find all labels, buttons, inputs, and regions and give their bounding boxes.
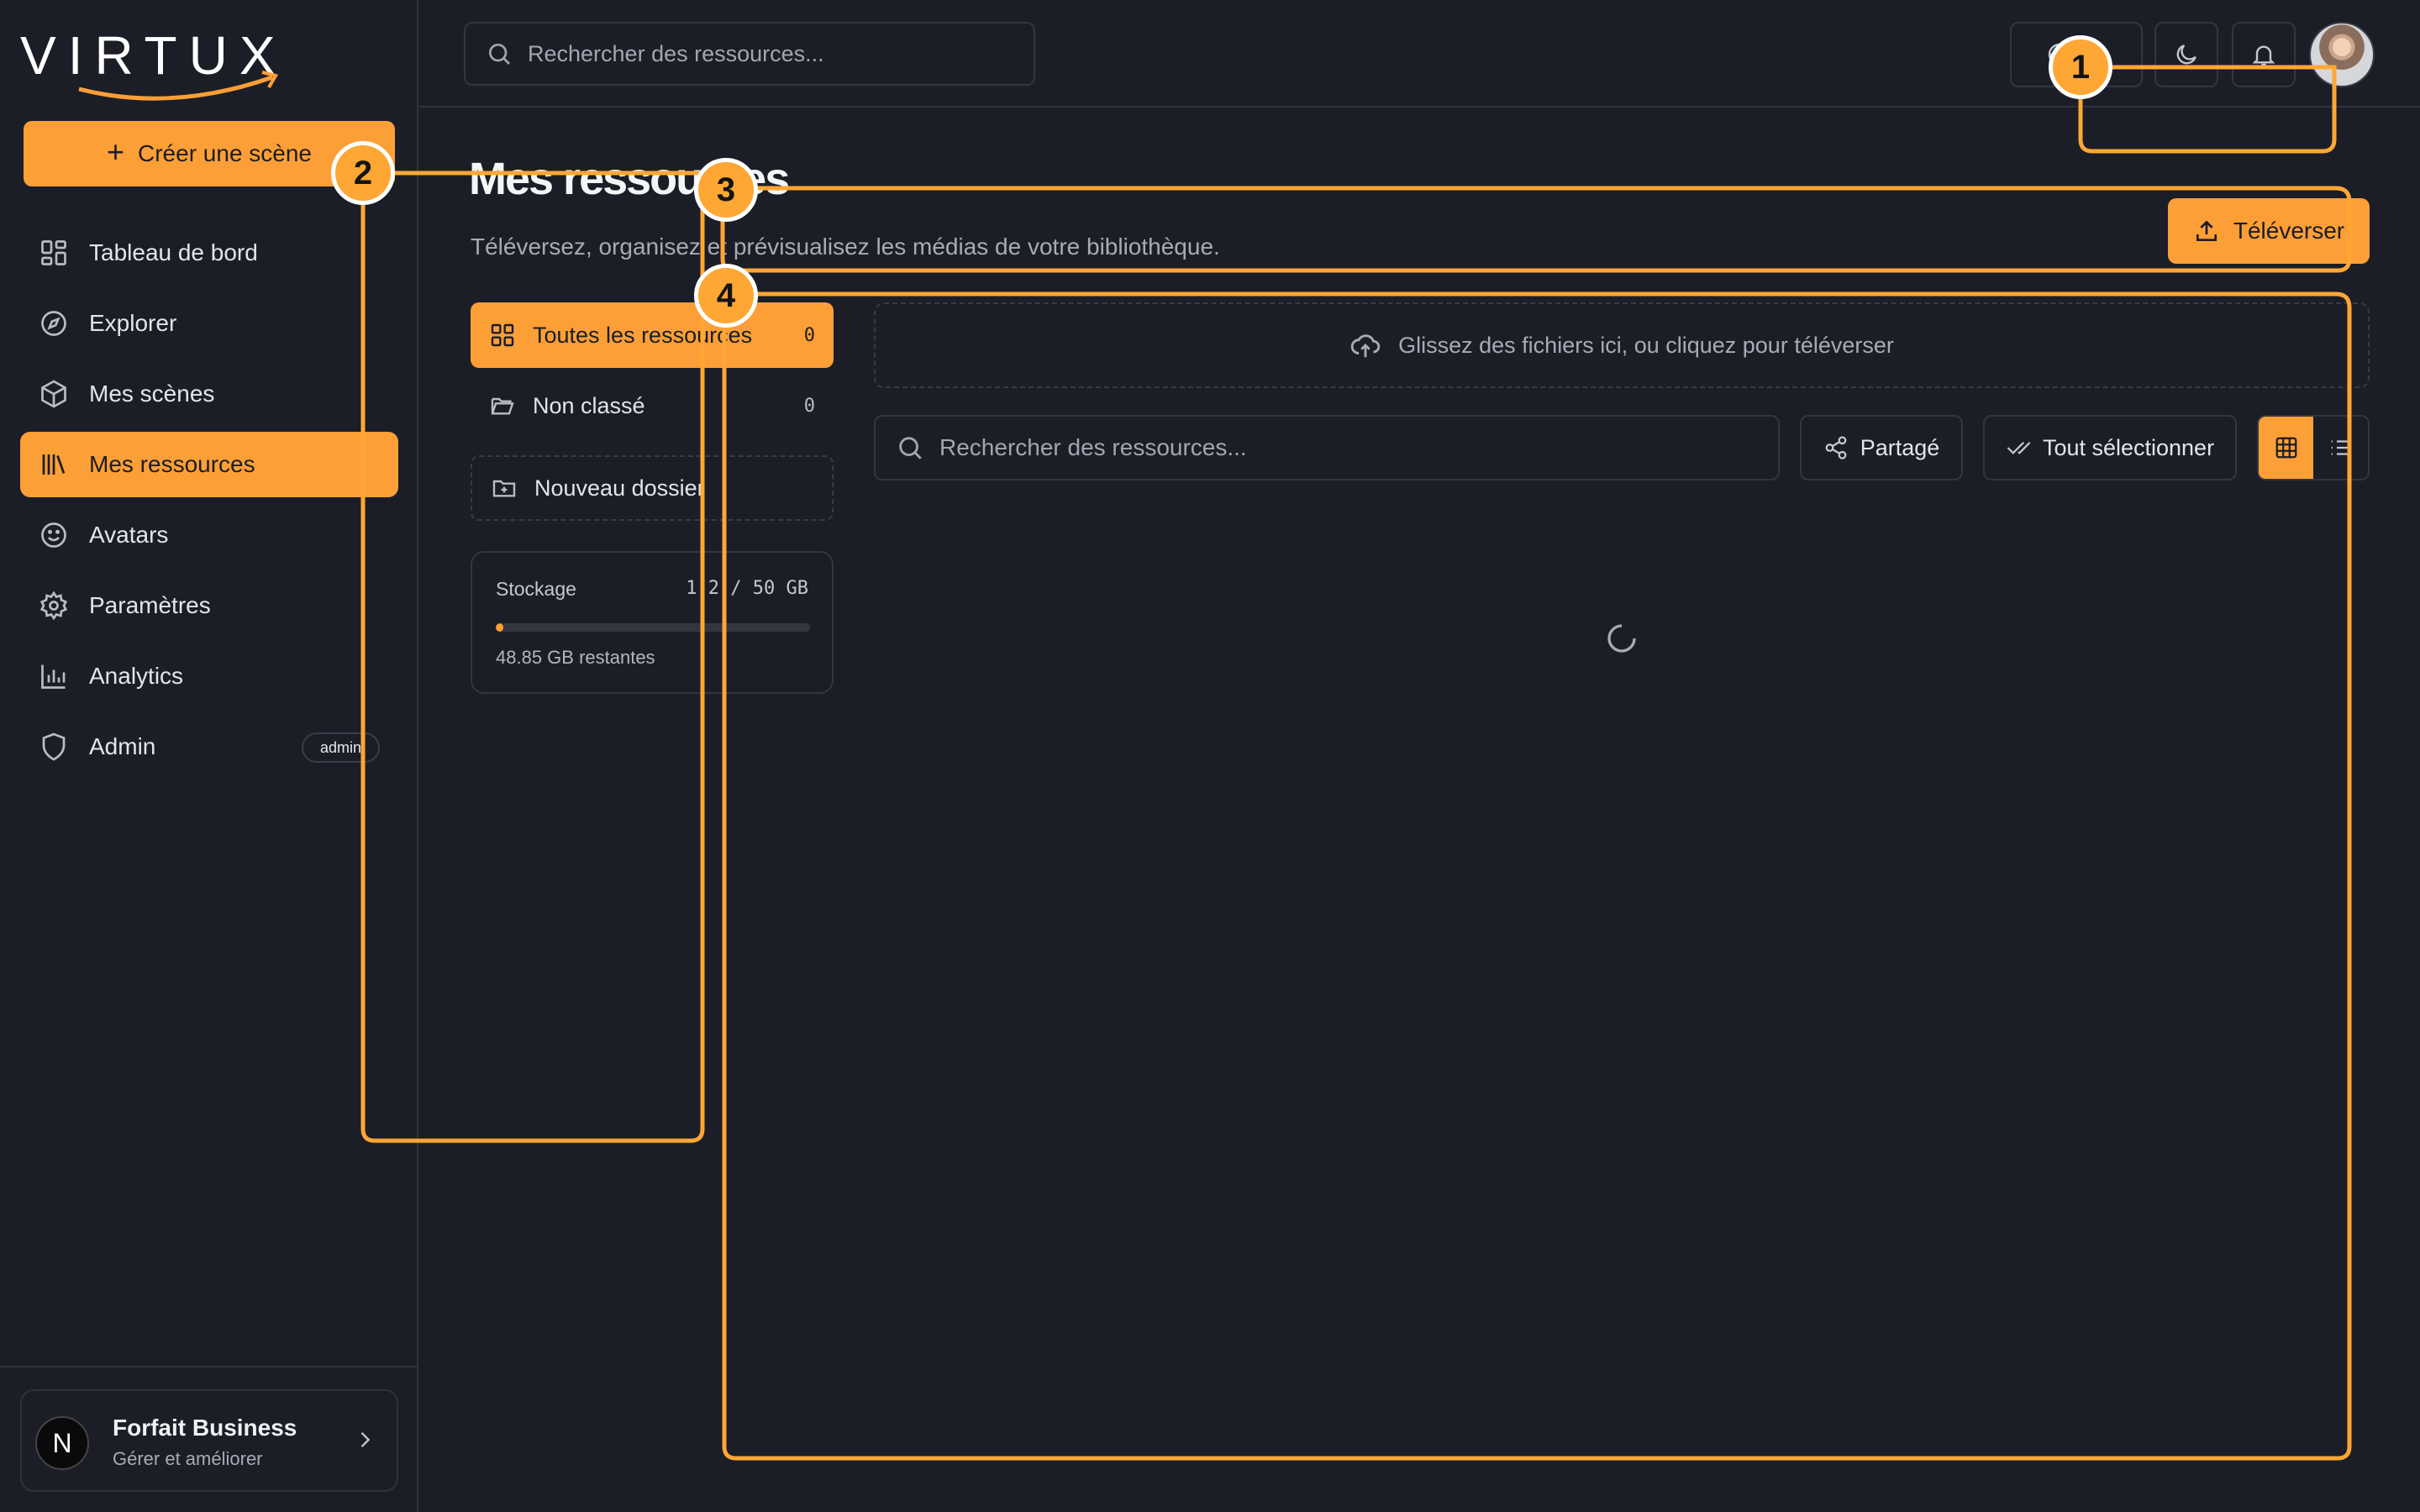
theme-toggle-button[interactable] — [2154, 22, 2218, 87]
select-all-button[interactable]: Tout sélectionner — [1983, 415, 2237, 480]
folder-open-icon — [491, 397, 514, 415]
shield-icon — [42, 732, 66, 761]
search-icon — [489, 44, 510, 65]
folder-unclassified[interactable]: Non classé 0 — [471, 373, 834, 438]
annotation-marker-4: 4 — [694, 264, 758, 328]
grid-icon — [491, 323, 514, 347]
sidebar-item-label: Explorer — [89, 310, 177, 336]
sidebar-item-my-resources[interactable]: Mes ressources — [20, 432, 398, 497]
search-placeholder: Rechercher des ressources... — [939, 434, 1247, 460]
global-search-input[interactable]: Rechercher des ressources... — [464, 22, 1035, 86]
resources-search-input[interactable]: Rechercher des ressources... — [874, 415, 1780, 480]
divider — [0, 1366, 417, 1368]
plan-card[interactable]: N Forfait Business Gérer et améliorer — [20, 1389, 398, 1492]
annotation-marker-1: 1 — [2049, 35, 2112, 99]
plus-icon: + — [106, 134, 124, 169]
library-icon — [42, 454, 66, 475]
cube-icon — [41, 380, 66, 408]
admin-badge: admin — [301, 732, 380, 763]
grid-view-button[interactable] — [2259, 417, 2313, 479]
folder-count: 0 — [803, 324, 815, 346]
smiley-icon — [41, 522, 66, 548]
double-check-icon — [2007, 441, 2031, 454]
sidebar-item-dashboard[interactable]: Tableau de bord — [20, 220, 398, 286]
upload-icon — [2196, 220, 2217, 241]
storage-remaining: 48.85 GB restantes — [496, 647, 655, 668]
search-icon — [899, 437, 922, 459]
storage-value: 1.2 / 50 GB — [686, 578, 808, 599]
folder-all-resources[interactable]: Toutes les ressources 0 — [471, 302, 834, 368]
plan-subtitle: Gérer et améliorer — [113, 1448, 263, 1469]
bell-icon — [2252, 45, 2275, 66]
sidebar-item-label: Admin — [89, 733, 156, 759]
shared-label: Partagé — [1860, 434, 1940, 460]
bar-chart-icon — [41, 664, 66, 689]
storage-card: Stockage 1.2 / 50 GB 48.85 GB restantes — [471, 551, 834, 694]
sidebar-item-label: Mes ressources — [89, 451, 255, 477]
sidebar-item-settings[interactable]: Paramètres — [20, 573, 398, 638]
plan-avatar: N — [35, 1416, 89, 1470]
search-placeholder: Rechercher des ressources... — [528, 40, 824, 66]
virtux-logo[interactable]: VIRTUX — [20, 22, 339, 102]
sidebar-item-my-scenes[interactable]: Mes scènes — [20, 361, 398, 427]
create-scene-label: Créer une scène — [138, 140, 313, 166]
topbar: Rechercher des ressources... — [418, 0, 2420, 108]
folder-count: 0 — [803, 395, 815, 417]
cloud-upload-icon — [1350, 334, 1381, 358]
sidebar-item-explorer[interactable]: Explorer — [20, 291, 398, 356]
sidebar-item-label: Avatars — [89, 522, 169, 548]
select-all-label: Tout sélectionner — [2042, 434, 2215, 460]
dropzone-label: Glissez des fichiers ici, ou cliquez pou… — [1398, 332, 1894, 358]
grid-view-icon — [2275, 437, 2296, 459]
storage-label: Stockage — [496, 578, 576, 600]
sidebar-item-label: Tableau de bord — [89, 239, 258, 265]
chevron-right-icon — [360, 1432, 371, 1447]
folder-label: Non classé — [533, 392, 645, 418]
moon-icon — [2176, 45, 2196, 65]
folder-plus-icon — [492, 480, 516, 497]
loading-spinner-icon — [1607, 624, 1636, 653]
annotation-marker-3: 3 — [694, 158, 758, 222]
gear-icon — [39, 591, 68, 621]
plan-title: Forfait Business — [113, 1415, 297, 1441]
upload-label: Téléverser — [2233, 218, 2345, 244]
annotation-marker-2: 2 — [331, 141, 395, 205]
shared-filter-button[interactable]: Partagé — [1800, 415, 1963, 480]
sidebar: VIRTUX + Créer une scène Tableau de bord… — [0, 0, 418, 1512]
list-view-icon — [2331, 440, 2350, 455]
upload-button[interactable]: Téléverser — [2168, 198, 2370, 264]
svg-text:VIRTUX: VIRTUX — [20, 25, 287, 86]
sidebar-item-label: Analytics — [89, 663, 184, 689]
new-folder-label: Nouveau dossier — [534, 475, 705, 501]
sidebar-item-analytics[interactable]: Analytics — [20, 643, 398, 709]
view-mode-toggle — [2257, 415, 2370, 480]
new-folder-button[interactable]: Nouveau dossier — [471, 455, 834, 521]
storage-progress-fill — [496, 623, 503, 632]
upload-dropzone[interactable]: Glissez des fichiers ici, ou cliquez pou… — [874, 302, 2370, 388]
dashboard-icon — [41, 240, 66, 265]
compass-icon — [41, 311, 66, 336]
page-subtitle: Téléversez, organisez et prévisualisez l… — [471, 234, 1220, 260]
list-view-button[interactable] — [2313, 417, 2368, 479]
sidebar-item-avatars[interactable]: Avatars — [20, 502, 398, 568]
sidebar-item-admin[interactable]: Admin admin — [20, 714, 398, 780]
notifications-button[interactable] — [2232, 22, 2296, 87]
user-avatar[interactable] — [2309, 22, 2375, 87]
sidebar-item-label: Mes scènes — [89, 381, 215, 407]
sidebar-item-label: Paramètres — [89, 592, 211, 618]
storage-progress-bar — [496, 623, 810, 632]
share-icon — [1825, 436, 1847, 459]
